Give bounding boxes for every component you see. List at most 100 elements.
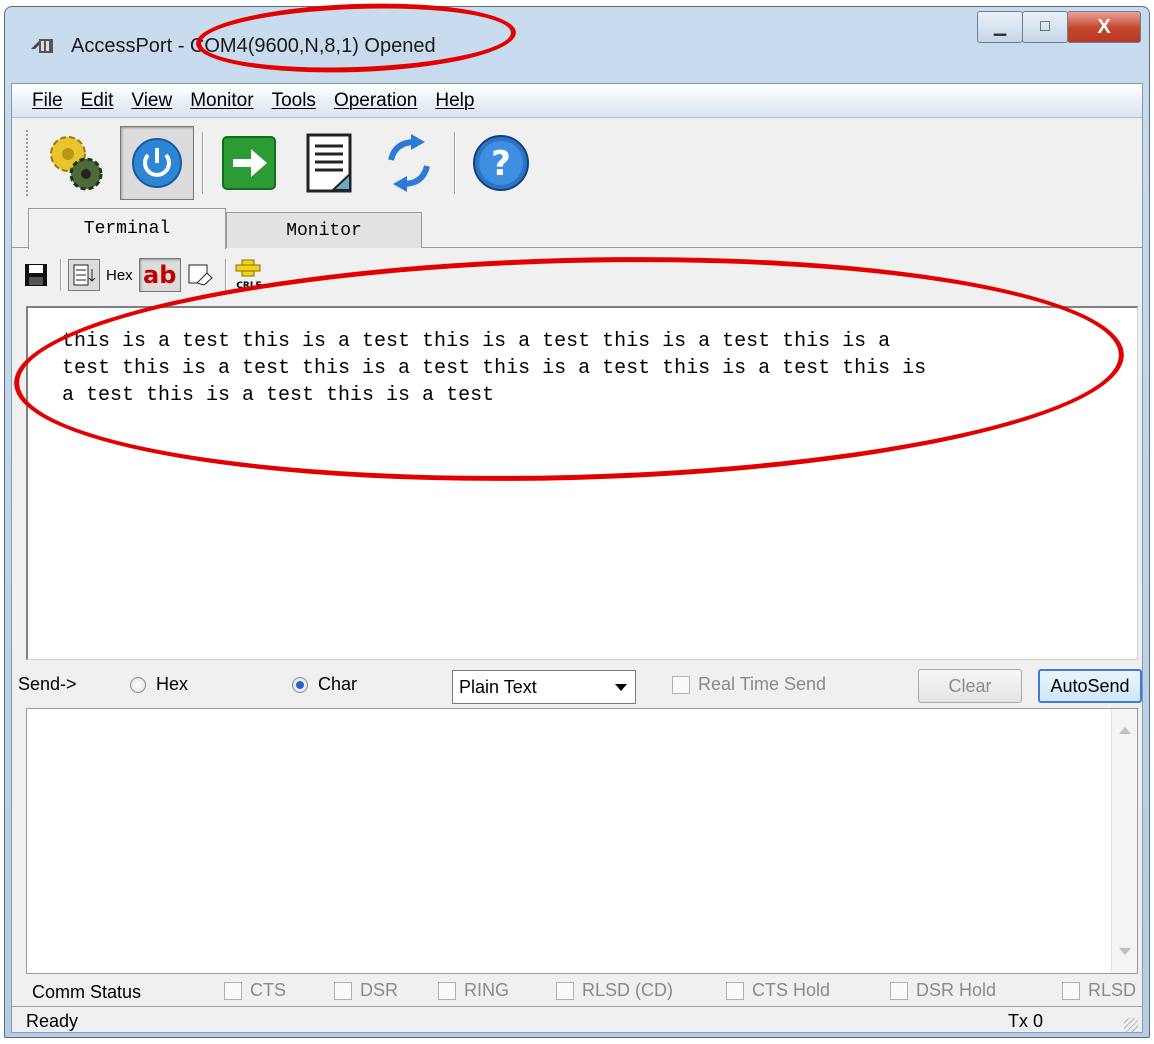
client-area: File Edit View Monitor Tools Operation H… <box>11 83 1143 1033</box>
svg-text:?: ? <box>491 144 511 184</box>
toolbar-separator <box>454 132 456 194</box>
cts-box <box>224 981 242 1000</box>
tx-counter: Tx 0 <box>1008 1011 1044 1031</box>
window-title-app: AccessPort - <box>71 35 190 57</box>
document-button[interactable] <box>292 126 366 200</box>
help-icon: ? <box>473 135 529 191</box>
dsr-hold-checkbox: DSR Hold <box>890 980 996 1001</box>
dsr-label: DSR <box>360 980 399 1000</box>
hex-view-button[interactable] <box>68 259 100 291</box>
toolbar-grip[interactable] <box>26 130 30 196</box>
rlsd-checkbox: RLSD <box>1062 980 1136 1001</box>
toolbar-separator <box>60 259 62 291</box>
char-radio-label: Char <box>318 674 358 694</box>
dsr-checkbox: DSR <box>334 980 398 1001</box>
floppy-disk-icon <box>25 264 47 286</box>
hex-label: Hex <box>106 266 133 284</box>
hex-radio[interactable]: Hex <box>130 674 188 695</box>
format-select[interactable]: Plain Text <box>452 670 636 704</box>
send-scrollbar[interactable] <box>1111 709 1137 973</box>
ab-label: ab <box>143 261 177 289</box>
eraser-icon <box>188 264 213 286</box>
menu-tools[interactable]: Tools <box>272 90 316 112</box>
status-bar: Ready Tx 0 <box>12 1006 1142 1034</box>
cts-hold-label: CTS Hold <box>752 980 831 1000</box>
rlsd-cd-label: RLSD (CD) <box>582 980 674 1000</box>
menu-help[interactable]: Help <box>435 90 474 112</box>
char-view-button[interactable]: ab <box>138 258 181 292</box>
maximize-button[interactable]: □ <box>1022 11 1068 43</box>
menu-operation[interactable]: Operation <box>334 90 417 112</box>
send-button[interactable] <box>212 126 286 200</box>
close-icon: X <box>1097 15 1111 38</box>
realtime-send-box <box>672 675 690 694</box>
window-controls: ▁ □ X <box>977 11 1141 43</box>
resize-grip[interactable] <box>1124 1018 1138 1032</box>
hex-grid-icon <box>73 264 96 286</box>
go-arrow-icon <box>222 136 276 190</box>
scroll-down-icon[interactable] <box>1119 948 1131 955</box>
realtime-send-label: Real Time Send <box>698 674 827 694</box>
title-bar[interactable]: AccessPort - COM4(9600,N,8,1) Opened ▁ □… <box>5 7 1149 83</box>
refresh-button[interactable] <box>372 126 446 200</box>
rlsd-label: RLSD <box>1088 980 1137 1000</box>
hex-radio-dot <box>130 676 146 693</box>
dsr-box <box>334 981 352 1000</box>
minimize-button[interactable]: ▁ <box>977 11 1023 43</box>
toolbar-separator <box>202 132 204 194</box>
open-port-button[interactable] <box>120 126 194 200</box>
autosend-button[interactable]: AutoSend <box>1038 669 1142 703</box>
settings-button[interactable] <box>40 126 114 200</box>
menu-bar: File Edit View Monitor Tools Operation H… <box>12 84 1142 118</box>
send-input[interactable] <box>26 708 1138 974</box>
autosend-button-label: AutoSend <box>1050 675 1130 696</box>
ring-label: RING <box>464 980 509 1000</box>
help-button[interactable]: ? <box>464 126 538 200</box>
toolbar-separator <box>224 259 227 291</box>
menu-file[interactable]: File <box>32 90 63 112</box>
close-button[interactable]: X <box>1067 11 1141 43</box>
tab-strip: Terminal Monitor <box>12 208 1142 249</box>
tab-monitor[interactable]: Monitor <box>226 212 422 248</box>
rlsd-cd-box <box>556 981 574 1000</box>
save-button[interactable] <box>24 259 48 291</box>
realtime-send-checkbox[interactable]: Real Time Send <box>672 674 826 695</box>
document-icon <box>306 133 352 193</box>
send-label: Send-> <box>18 674 77 694</box>
menu-edit[interactable]: Edit <box>81 90 114 112</box>
cts-hold-checkbox: CTS Hold <box>726 980 830 1001</box>
dsr-hold-box <box>890 981 908 1000</box>
serial-port-icon <box>31 39 53 53</box>
clear-button[interactable]: Clear <box>918 669 1022 703</box>
settings-gears-icon <box>50 136 103 191</box>
ring-checkbox: RING <box>438 980 509 1001</box>
format-select-value: Plain Text <box>459 676 537 697</box>
rlsd-cd-checkbox: RLSD (CD) <box>556 980 673 1001</box>
app-window: AccessPort - COM4(9600,N,8,1) Opened ▁ □… <box>4 6 1150 1038</box>
minimize-icon: ▁ <box>993 19 1007 36</box>
menu-view[interactable]: View <box>131 90 172 112</box>
char-radio-dot <box>292 676 308 693</box>
main-toolbar: ? <box>12 120 1142 206</box>
scroll-up-icon[interactable] <box>1119 727 1131 734</box>
maximize-icon: □ <box>1040 18 1050 35</box>
status-text: Ready <box>26 1011 79 1031</box>
power-icon <box>132 138 182 188</box>
ring-box <box>438 981 456 1000</box>
dsr-hold-label: DSR Hold <box>916 980 997 1000</box>
tab-terminal[interactable]: Terminal <box>28 208 226 249</box>
clear-button-label: Clear <box>948 675 992 696</box>
send-options-bar: Send-> Hex Char Plain Text Real Time Sen… <box>12 664 1142 706</box>
clear-screen-button[interactable] <box>187 259 213 291</box>
comm-status-bar: Comm Status CTS DSR RING RLSD (CD) CTS H… <box>12 976 1142 1006</box>
cts-hold-box <box>726 981 744 1000</box>
hex-radio-label: Hex <box>156 674 189 694</box>
rlsd-box <box>1062 981 1080 1000</box>
cts-checkbox: CTS <box>224 980 286 1001</box>
chevron-down-icon <box>615 684 627 691</box>
cts-label: CTS <box>250 980 286 1000</box>
char-radio[interactable]: Char <box>292 674 357 695</box>
comm-status-label: Comm Status <box>32 982 142 1002</box>
refresh-arrows-icon <box>388 134 430 192</box>
menu-monitor[interactable]: Monitor <box>190 90 253 112</box>
